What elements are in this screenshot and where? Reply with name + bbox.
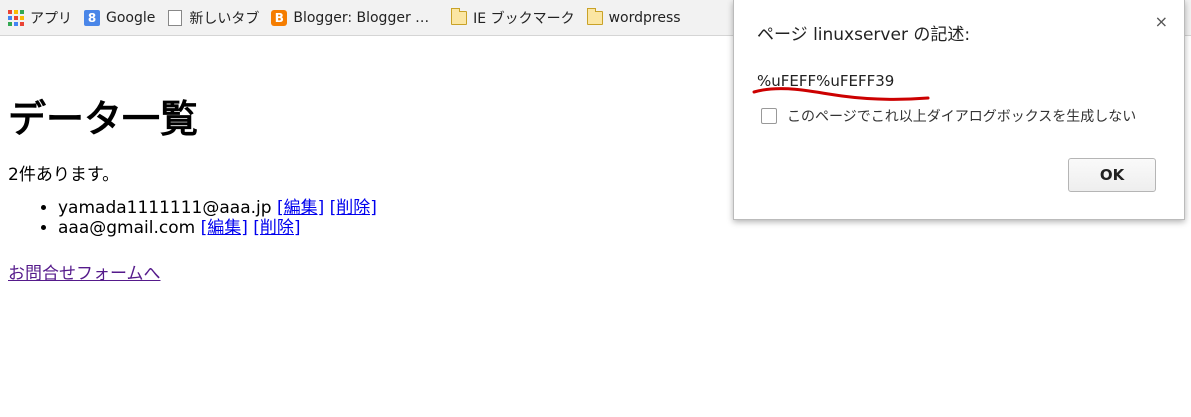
blogger-icon: B bbox=[271, 9, 288, 26]
google-icon: 8 bbox=[84, 9, 100, 26]
bookmark-label: 新しいタブ bbox=[189, 10, 260, 27]
bookmark-label: アプリ bbox=[30, 10, 72, 27]
bookmark-google[interactable]: 8 Google bbox=[80, 5, 159, 31]
delete-link[interactable]: [削除] bbox=[330, 198, 377, 218]
list-item: yamada1111111@aaa.jp [編集] [削除] bbox=[58, 198, 377, 218]
page-title: データ一覧 bbox=[8, 97, 199, 141]
ok-button[interactable]: OK bbox=[1068, 158, 1156, 192]
close-icon[interactable]: × bbox=[1155, 12, 1168, 31]
checkbox-label: このページでこれ以上ダイアログボックスを生成しない bbox=[787, 109, 1137, 125]
edit-link[interactable]: [編集] bbox=[277, 198, 324, 218]
page-icon bbox=[167, 9, 183, 26]
list-item: aaa@gmail.com [編集] [削除] bbox=[58, 218, 377, 238]
dialog-title: ページ linuxserver の記述: bbox=[757, 25, 971, 45]
bookmark-label: Google bbox=[106, 9, 156, 26]
suppress-dialogs-option[interactable]: このページでこれ以上ダイアログボックスを生成しない bbox=[761, 106, 1136, 126]
bookmark-new-tab[interactable]: 新しいタブ bbox=[163, 5, 263, 31]
contact-form-link[interactable]: お問合せフォームへ bbox=[8, 264, 161, 284]
edit-link[interactable]: [編集] bbox=[201, 218, 248, 238]
bookmark-label: wordpress bbox=[608, 9, 681, 26]
bookmark-label: Blogger: Blogger … bbox=[293, 9, 430, 26]
record-count: 2件あります。 bbox=[8, 165, 120, 185]
suppress-dialogs-checkbox[interactable] bbox=[761, 108, 777, 124]
user-email: yamada1111111@aaa.jp bbox=[58, 198, 272, 218]
bookmark-apps[interactable]: アプリ bbox=[4, 5, 76, 31]
bookmark-folder-ie[interactable]: IE ブックマーク bbox=[447, 5, 578, 31]
apps-grid-icon bbox=[8, 9, 24, 26]
red-underline-annotation bbox=[752, 87, 930, 101]
folder-icon bbox=[451, 7, 468, 26]
user-email: aaa@gmail.com bbox=[58, 218, 196, 238]
bookmark-folder-wordpress[interactable]: wordpress bbox=[583, 5, 685, 31]
user-list: yamada1111111@aaa.jp [編集] [削除] aaa@gmail… bbox=[8, 198, 377, 238]
alert-dialog: ページ linuxserver の記述: × %uFEFF%uFEFF39 この… bbox=[733, 0, 1185, 220]
bookmark-label: IE ブックマーク bbox=[473, 10, 575, 27]
folder-icon bbox=[586, 7, 603, 26]
delete-link[interactable]: [削除] bbox=[253, 218, 300, 238]
bookmark-blogger[interactable]: B Blogger: Blogger … bbox=[267, 5, 433, 31]
